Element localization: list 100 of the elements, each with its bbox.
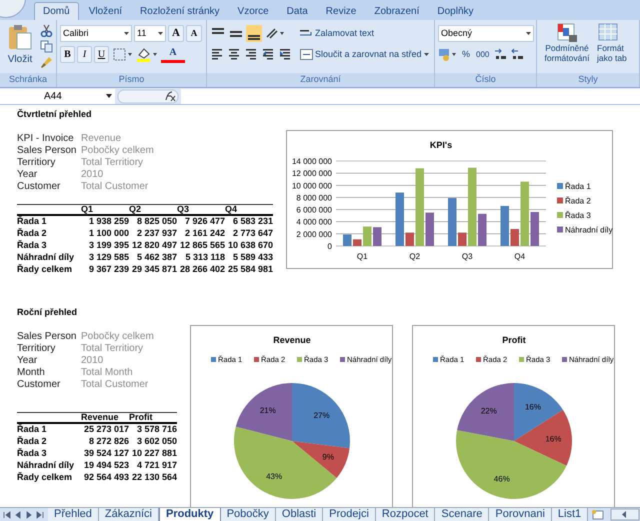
bold-button[interactable]: B [60,46,75,63]
merge-cells-icon [300,49,313,60]
table-cell-text: 6 583 231 [232,215,273,228]
row-label: Řada 3 [17,447,48,460]
column-header: Q2 [129,203,142,216]
font-size-field[interactable]: 11 [134,25,166,42]
filter-label: KPI - Invoice [17,132,75,146]
name-box[interactable]: A44 [0,88,115,104]
legend-label: Řada 3 [565,211,591,220]
table-cell-text: 3 602 050 [136,435,177,448]
grow-font-button[interactable]: A [168,25,184,42]
axis-label: 12 000 000 [292,169,332,178]
font-name-field[interactable]: Calibri [60,25,132,42]
row-label: Řada 3 [17,239,48,252]
ribbon-tab[interactable]: Domů [34,2,79,20]
row-label: Náhradní díly [17,459,76,472]
bar [343,234,352,246]
scroll-left-icon[interactable] [610,508,640,521]
table-cell-text: 2 773 647 [232,227,273,240]
axis-label: 6 000 000 [296,206,332,215]
table-cell-text: 92 564 493 [82,471,129,484]
table-cell-text: 12 865 565 [178,239,225,252]
group-label: Zarovnání [300,73,341,86]
filter-label: Sales Person [17,144,78,158]
row-label: Řady celkem [17,263,74,276]
ribbon-tab[interactable]: Vložení [80,2,130,20]
sheet-tab[interactable]: Porovnani [489,508,552,521]
table-cell-text: 3 129 585 [88,251,129,264]
ribbon-tab[interactable]: Doplňky [429,2,482,20]
function-icon[interactable] [117,88,179,104]
data-label: 9% [322,452,334,462]
row-label: Řada 2 [17,227,48,240]
ribbon-tab[interactable]: Data [278,2,316,20]
table-cell-text: 39 524 127 [82,447,129,460]
dropdown-icon [526,32,531,35]
wrap-text-button[interactable]: Zalamovat text [300,25,429,42]
axis-label: 14 000 000 [292,157,332,166]
table-cell-text: 2 161 242 [184,227,225,240]
legend-swatch [557,183,563,189]
axis-label: Q2 [409,252,420,261]
table-cell-text: 25 584 981 [226,263,273,276]
filter-label: Customer [17,180,62,194]
sheet-tab[interactable]: Scenare [435,508,490,521]
fill-color-icon[interactable] [135,46,159,63]
table-cell-text: 22 130 564 [130,471,177,484]
italic-button[interactable]: I [77,46,92,63]
row-label: Řada 1 [17,215,48,228]
filter-value: Total Territiory [81,342,144,356]
bar [478,214,486,246]
sheet-tab[interactable]: Prodejci [323,508,376,521]
ribbon-tab[interactable]: Vzorce [230,2,277,20]
group-label: Písmo [118,73,144,86]
sheet-tab[interactable]: Rozpocet [376,508,436,521]
table-cell-text: 4 721 917 [136,459,177,472]
underline-button[interactable]: U [94,46,109,63]
legend-swatch [340,357,345,362]
table-cell-text: 7 926 477 [184,215,225,228]
sheet-tab[interactable]: Přehled [48,508,99,521]
sheet-tab[interactable]: Oblasti [276,508,324,521]
legend-swatch [297,357,302,362]
bar [373,227,382,246]
paste-button[interactable]: Vložit [3,23,37,73]
conditional-formatting-button[interactable]: Podmíněné formátování [540,23,594,73]
number-format-field[interactable]: Obecný [438,25,534,42]
column-header: Revenue [81,411,120,424]
axis-label: 2 000 000 [296,230,332,239]
table-cell-text: 12 820 497 [130,239,177,252]
sheet-tab[interactable]: Produkty [159,508,221,521]
ribbon-tab[interactable]: Revize [318,2,364,20]
bar [520,182,529,246]
sheet-nav-icon[interactable] [36,510,44,518]
filter-label: Month [17,366,46,380]
sheet-tab[interactable]: Pobočky [220,508,276,521]
merge-center-button[interactable]: Sloučit a zarovnat na střed [300,46,429,63]
bar [458,232,466,246]
format-as-table-button[interactable]: Formát jako tab [597,23,627,73]
chart-title: KPI's [430,140,452,150]
ribbon-tab[interactable]: Zobrazení [366,2,428,20]
sheet-nav-icon[interactable] [3,510,11,518]
copy-icon[interactable] [40,40,53,53]
percent-button[interactable]: % [460,48,472,62]
thousands-button[interactable]: 000 [474,48,492,60]
font-color-button[interactable]: A [161,46,185,63]
dropdown-icon [158,32,163,35]
data-label: 27% [314,410,330,420]
filter-value: Total Month [81,366,133,380]
filter-label: Territiory [17,342,56,356]
filter-label: Year [17,354,38,368]
colored-grid-icon [556,23,578,43]
shrink-font-button[interactable]: A [186,25,202,42]
align-bottom-icon[interactable] [246,25,262,42]
cut-icon[interactable] [40,24,53,37]
brush-icon[interactable] [40,56,53,69]
table-cell-text: 28 266 402 [178,263,225,276]
ribbon-tab[interactable]: Rozložení stránky [132,2,228,20]
sheet-tab[interactable]: List1 [552,508,588,521]
formula-field[interactable] [181,88,640,104]
table-icon [597,23,619,43]
chart-title: Revenue [273,335,311,345]
sheet-tab[interactable]: Zákazníci [98,508,159,521]
